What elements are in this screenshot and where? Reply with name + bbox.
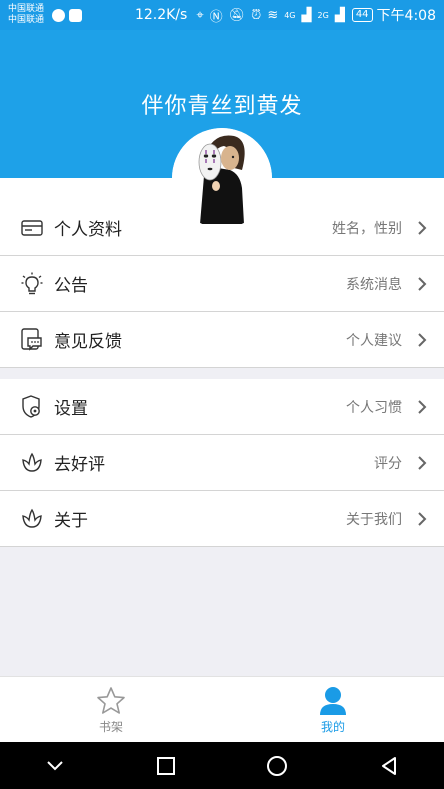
chevron-right-icon [412,399,432,415]
menu-label-profile: 个人资料 [54,220,122,240]
network-speed: 12.2K/s [134,7,188,23]
tab-mine[interactable]: 我的 [222,677,444,743]
message-notification-icon [52,8,65,22]
wifi-icon: ≋ [267,7,279,23]
menu-hint-review: 评分 [374,455,402,472]
tab-bookshelf[interactable]: 书架 [0,677,222,743]
id-card-icon [20,216,44,240]
system-nav-bar [0,742,444,789]
clock: 下午4:08 [376,8,436,24]
network-4g: 4G [284,10,296,20]
lightbulb-icon [20,272,44,296]
section-divider [0,368,444,379]
tab-label-mine: 我的 [320,719,345,734]
shield-gear-icon [20,394,44,419]
back-icon[interactable] [379,756,399,776]
chevron-right-icon [412,511,432,527]
nfc-icon: Ⓝ [209,9,223,25]
chevron-right-icon [412,220,432,236]
menu-item-about[interactable]: 关于 关于我们 [0,491,444,547]
alarm-icon: ⏰︎ [251,7,262,23]
location-icon: ⌖ [196,7,204,23]
carrier-info: 中国联通 中国联通 [8,4,48,26]
menu-item-feedback[interactable]: 意见反馈 个人建议 [0,312,444,368]
flower-icon [20,507,44,531]
menu-label-feedback: 意见反馈 [54,332,122,352]
menu-hint-feedback: 个人建议 [346,332,402,349]
app-notification-icon [69,8,82,22]
home-icon[interactable] [266,755,288,777]
menu-item-notice[interactable]: 公告 系统消息 [0,256,444,312]
menu-item-review[interactable]: 去好评 评分 [0,435,444,491]
menu-label-settings: 设置 [54,399,88,419]
menu-hint-settings: 个人习惯 [346,399,402,416]
hide-keyboard-chevron-icon[interactable] [45,759,65,773]
network-2g: 2G [317,10,329,20]
chevron-right-icon [412,276,432,292]
avatar[interactable] [172,128,272,228]
flower-icon [20,451,44,475]
menu-hint-notice: 系统消息 [346,276,402,293]
signal-icon-2: ▟ [334,7,345,23]
feedback-icon [20,327,44,352]
status-bar: 中国联通 中国联通 12.2K/s ⌖ Ⓝ 🔕︎ ⏰︎ ≋ 4G ▟ 2G ▟ … [0,0,444,30]
menu-hint-about: 关于我们 [346,511,402,528]
tab-label-bookshelf: 书架 [98,719,123,734]
chevron-right-icon [412,332,432,348]
menu-label-review: 去好评 [54,455,105,475]
battery-indicator: 44 [351,8,373,22]
menu-hint-profile: 姓名，性别 [332,220,402,237]
bottom-tab-bar: 书架 我的 [0,676,444,743]
avatar-image [172,128,272,228]
carrier-1: 中国联通 [8,4,45,14]
chevron-right-icon [412,455,432,471]
signal-icon-1: ▟ [301,7,312,23]
menu-label-about: 关于 [54,511,88,531]
mute-icon: 🔕︎ [228,7,246,23]
star-icon [97,686,125,714]
recent-apps-icon[interactable] [156,756,176,776]
menu-list: 个人资料 姓名，性别 公告 系统消息 意见反馈 个人建议 设置 个人习惯 去好评… [0,178,444,547]
person-icon [320,686,346,715]
menu-item-settings[interactable]: 设置 个人习惯 [0,379,444,435]
menu-label-notice: 公告 [54,276,88,296]
carrier-2: 中国联通 [8,15,45,25]
header-slogan: 伴你青丝到黄发 [141,94,303,119]
